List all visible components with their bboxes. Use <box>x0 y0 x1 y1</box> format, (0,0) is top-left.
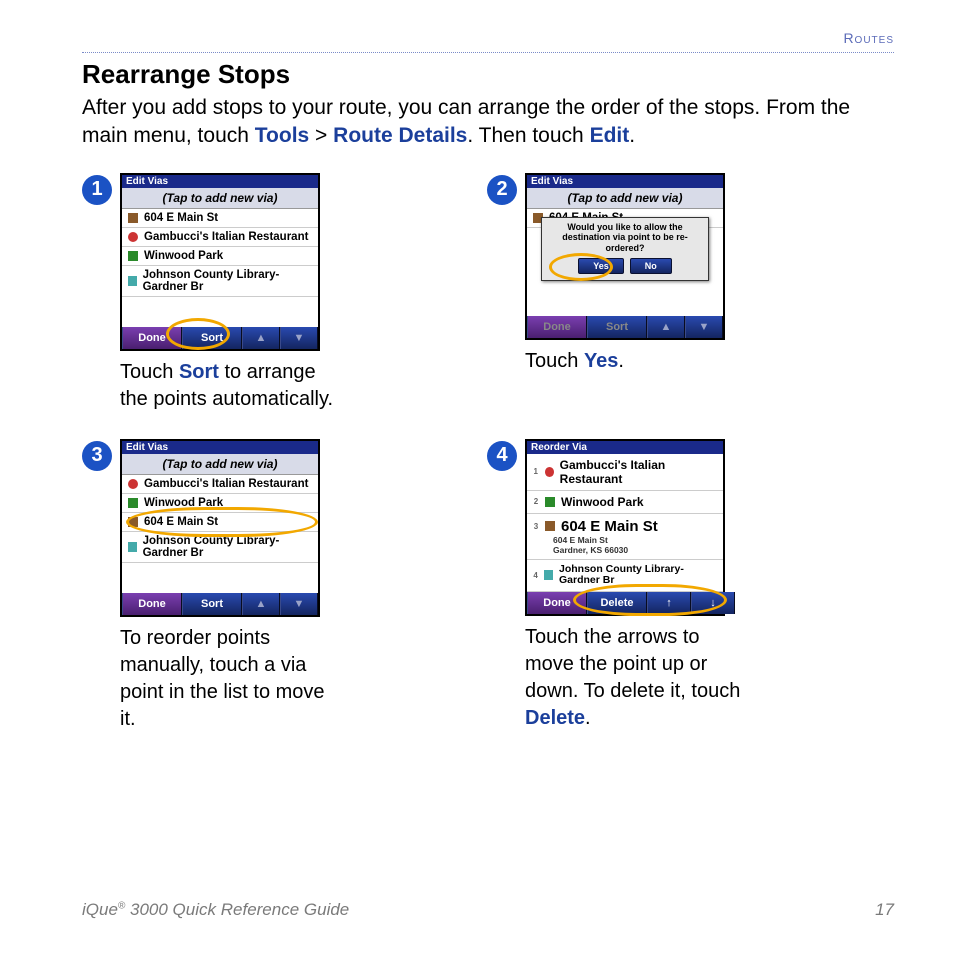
step-badge-4: 4 <box>487 441 517 471</box>
caption-4: Touch the arrows to move the point up or… <box>525 624 745 732</box>
list-item[interactable]: 604 E Main St <box>122 513 318 532</box>
list-item-selected[interactable]: 3604 E Main St 604 E Main St Gardner, KS… <box>527 514 723 560</box>
list-item[interactable]: Gambucci's Italian Restaurant <box>122 228 318 247</box>
screenshot-2: Edit Vias (Tap to add new via) 604 E Mai… <box>525 173 725 340</box>
sort-button[interactable]: Sort <box>182 327 242 349</box>
up-button[interactable]: ▲ <box>242 327 280 349</box>
done-button[interactable]: Done <box>122 327 182 349</box>
titlebar: Edit Vias <box>122 441 318 454</box>
delete-button[interactable]: Delete <box>587 592 647 614</box>
list-item[interactable]: 2Winwood Park <box>527 491 723 514</box>
list-item[interactable]: 1Gambucci's Italian Restaurant <box>527 454 723 491</box>
down-button[interactable]: ▼ <box>685 316 723 338</box>
page-number: 17 <box>875 900 894 920</box>
up-button[interactable]: ▲ <box>242 593 280 615</box>
tap-to-add-row[interactable]: (Tap to add new via) <box>122 188 318 209</box>
screenshot-1: Edit Vias (Tap to add new via) 604 E Mai… <box>120 173 320 351</box>
list-item[interactable]: 4Johnson County Library-Gardner Br <box>527 560 723 592</box>
poi-icon <box>128 517 138 527</box>
screenshot-4: Reorder Via 1Gambucci's Italian Restaura… <box>525 439 725 616</box>
toolbar: Done Delete ↑ ↓ <box>527 592 723 614</box>
titlebar: Edit Vias <box>527 175 723 188</box>
tap-to-add-row[interactable]: (Tap to add new via) <box>527 188 723 209</box>
caption-3: To reorder points manually, touch a via … <box>120 625 340 733</box>
poi-icon <box>544 570 553 580</box>
titlebar: Edit Vias <box>122 175 318 188</box>
titlebar: Reorder Via <box>527 441 723 454</box>
step-1: 1 Edit Vias (Tap to add new via) 604 E M… <box>82 173 417 413</box>
down-button[interactable]: ▼ <box>280 593 318 615</box>
kw-edit: Edit <box>590 124 630 147</box>
up-button[interactable]: ▲ <box>647 316 685 338</box>
toolbar: Done Sort ▲ ▼ <box>122 327 318 349</box>
poi-icon <box>545 497 555 507</box>
down-button[interactable]: ▼ <box>280 327 318 349</box>
poi-icon <box>128 479 138 489</box>
no-button[interactable]: No <box>630 258 672 274</box>
confirm-dialog: Would you like to allow the destination … <box>541 217 709 281</box>
list-item[interactable]: Winwood Park <box>122 247 318 266</box>
done-button[interactable]: Done <box>527 316 587 338</box>
dialog-message: Would you like to allow the destination … <box>546 222 704 254</box>
product-name: iQue® 3000 Quick Reference Guide <box>82 900 349 920</box>
page-footer: iQue® 3000 Quick Reference Guide 17 <box>82 900 894 920</box>
list-item[interactable]: Johnson County Library-Gardner Br <box>122 266 318 297</box>
toolbar: Done Sort ▲ ▼ <box>122 593 318 615</box>
poi-icon <box>128 251 138 261</box>
page-title: Rearrange Stops <box>82 59 894 90</box>
kw-route-details: Route Details <box>333 124 467 147</box>
move-up-button[interactable]: ↑ <box>647 592 691 614</box>
list-item[interactable]: Gambucci's Italian Restaurant <box>122 475 318 494</box>
header-rule <box>82 52 894 53</box>
done-button[interactable]: Done <box>122 593 182 615</box>
step-badge-1: 1 <box>82 175 112 205</box>
kw-tools: Tools <box>255 124 309 147</box>
done-button[interactable]: Done <box>527 592 587 614</box>
poi-icon <box>128 213 138 223</box>
section-header: Routes <box>82 30 894 46</box>
move-down-button[interactable]: ↓ <box>691 592 735 614</box>
step-2: 2 Edit Vias (Tap to add new via) 604 E M… <box>487 173 822 413</box>
caption-1: Touch Sort to arrange the points automat… <box>120 359 340 413</box>
poi-icon <box>128 276 137 286</box>
step-4: 4 Reorder Via 1Gambucci's Italian Restau… <box>487 439 822 733</box>
toolbar: Done Sort ▲ ▼ <box>527 316 723 338</box>
sort-button[interactable]: Sort <box>182 593 242 615</box>
step-3: 3 Edit Vias (Tap to add new via) Gambucc… <box>82 439 417 733</box>
intro-paragraph: After you add stops to your route, you c… <box>82 94 894 151</box>
list-item[interactable]: 604 E Main St <box>122 209 318 228</box>
sort-button[interactable]: Sort <box>587 316 647 338</box>
poi-icon <box>545 521 555 531</box>
tap-to-add-row[interactable]: (Tap to add new via) <box>122 454 318 475</box>
yes-button[interactable]: Yes <box>578 258 624 274</box>
list-item[interactable]: Johnson County Library-Gardner Br <box>122 532 318 563</box>
screenshot-3: Edit Vias (Tap to add new via) Gambucci'… <box>120 439 320 617</box>
caption-2: Touch Yes. <box>525 348 725 375</box>
poi-icon <box>128 232 138 242</box>
step-badge-2: 2 <box>487 175 517 205</box>
poi-icon <box>128 542 137 552</box>
step-badge-3: 3 <box>82 441 112 471</box>
list-item[interactable]: Winwood Park <box>122 494 318 513</box>
poi-icon <box>545 467 554 477</box>
poi-icon <box>128 498 138 508</box>
